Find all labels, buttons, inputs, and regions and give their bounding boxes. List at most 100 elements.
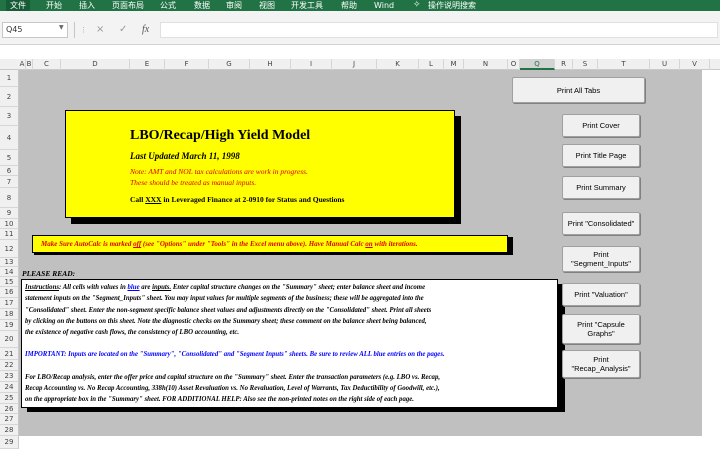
print-capsule-graphs-button[interactable]: Print "Capsule Graphs"	[562, 314, 640, 344]
row-header-23[interactable]: 23	[0, 371, 19, 382]
column-header-t[interactable]: T	[598, 59, 650, 70]
row-header-11[interactable]: 11	[0, 229, 19, 240]
row-header-29[interactable]: 29	[0, 436, 19, 449]
print-recap-analysis-button[interactable]: Print "Recap_Analysis"	[562, 350, 640, 378]
row-header-24[interactable]: 24	[0, 382, 19, 393]
column-header-j[interactable]: J	[332, 59, 377, 70]
tab-wind[interactable]: Wind	[374, 0, 394, 11]
autocalc-text-2: (see "Options" under "Tools" in the Exce…	[141, 240, 366, 248]
column-header-i[interactable]: I	[291, 59, 332, 70]
tab-home[interactable]: 开始	[46, 0, 62, 11]
tab-review[interactable]: 审阅	[226, 0, 242, 11]
row-header-16[interactable]: 16	[0, 287, 19, 298]
instructions-line-1: Instructions: All cells with values in b…	[25, 282, 554, 293]
row-header-18[interactable]: 18	[0, 309, 19, 320]
row-header-5[interactable]: 5	[0, 150, 19, 166]
instructions-line-4: by clicking on the buttons on this sheet…	[25, 317, 427, 325]
column-header-b[interactable]: B	[26, 59, 33, 70]
column-header-v[interactable]: V	[680, 59, 710, 70]
formula-input[interactable]	[160, 22, 718, 38]
tab-developer[interactable]: 开发工具	[291, 0, 323, 11]
instructions-box: Instructions: All cells with values in b…	[21, 279, 558, 408]
row-header-2[interactable]: 2	[0, 87, 19, 107]
tab-page-layout[interactable]: 页面布局	[112, 0, 144, 11]
row-header-7[interactable]: 7	[0, 176, 19, 188]
instructions-label: Instructions	[25, 284, 60, 291]
row-header-9[interactable]: 9	[0, 208, 19, 219]
row-header-6[interactable]: 6	[0, 166, 19, 176]
column-header-o[interactable]: O	[508, 59, 520, 70]
autocalc-text-1: Make Sure AutoCalc is marked	[41, 240, 134, 248]
instructions-text: are	[139, 284, 153, 291]
row-header-17[interactable]: 17	[0, 298, 19, 309]
row-header-21[interactable]: 21	[0, 348, 19, 360]
model-title: LBO/Recap/High Yield Model	[130, 128, 311, 143]
tab-formulas[interactable]: 公式	[160, 0, 176, 11]
row-header-15[interactable]: 15	[0, 277, 19, 287]
ribbon-bar: 文件 开始 插入 页面布局 公式 数据 审阅 视图 开发工具 帮助 Wind ✧…	[0, 0, 720, 11]
print-all-tabs-button[interactable]: Print All Tabs	[512, 77, 645, 103]
row-header-1[interactable]: 1	[0, 70, 19, 87]
instructions-line-7: Recap Accounting vs. No Recap Accounting…	[25, 385, 440, 393]
print-consolidated-button[interactable]: Print "Consolidated"	[562, 212, 640, 235]
print-segment-inputs-button[interactable]: Print "Segment_Inputs"	[562, 246, 640, 272]
row-header-8[interactable]: 8	[0, 188, 19, 208]
column-header-l[interactable]: L	[419, 59, 444, 70]
column-header-h[interactable]: H	[250, 59, 291, 70]
chevron-down-icon[interactable]: ▼	[59, 24, 64, 31]
more-options-icon[interactable]: ⋮	[80, 22, 87, 38]
column-header-f[interactable]: F	[165, 59, 209, 70]
row-header-4[interactable]: 4	[0, 126, 19, 150]
instructions-line-2: statement inputs on the "Segment_Inputs"…	[25, 295, 424, 303]
row-header-28[interactable]: 28	[0, 425, 19, 436]
tab-file[interactable]: 文件	[6, 0, 30, 11]
row-header-3[interactable]: 3	[0, 107, 19, 126]
row-header-22[interactable]: 22	[0, 360, 19, 371]
lightbulb-icon: ✧	[413, 0, 421, 10]
column-header-c[interactable]: C	[33, 59, 61, 70]
cancel-icon[interactable]: ×	[96, 22, 104, 38]
last-updated: Last Updated March 11, 1998	[130, 151, 240, 161]
autocalc-off: off	[133, 240, 142, 248]
column-header-n[interactable]: N	[464, 59, 508, 70]
tab-view[interactable]: 视图	[259, 0, 275, 11]
unused-columns-area	[702, 70, 720, 449]
column-header-e[interactable]: E	[130, 59, 165, 70]
instructions-line-3: "Consolidated" sheet. Enter the non-segm…	[25, 306, 432, 314]
print-title-page-button[interactable]: Print Title Page	[562, 144, 640, 167]
column-header-k[interactable]: K	[377, 59, 419, 70]
column-header-m[interactable]: M	[444, 59, 464, 70]
column-header-s[interactable]: S	[573, 59, 598, 70]
unused-rows-area	[19, 436, 702, 449]
column-header-a[interactable]: A	[19, 59, 26, 70]
print-valuation-button[interactable]: Print "Valuation"	[562, 283, 640, 306]
column-header-u[interactable]: U	[650, 59, 680, 70]
row-header-25[interactable]: 25	[0, 393, 19, 404]
row-header-27[interactable]: 27	[0, 414, 19, 425]
tell-me-search[interactable]: 操作说明搜索	[428, 0, 476, 11]
row-header-14[interactable]: 14	[0, 267, 19, 277]
row-header-26[interactable]: 26	[0, 404, 19, 414]
column-header-d[interactable]: D	[61, 59, 130, 70]
tab-data[interactable]: 数据	[194, 0, 210, 11]
row-header-12[interactable]: 12	[0, 240, 19, 258]
function-icon[interactable]: fx	[142, 22, 149, 38]
autocalc-on: on	[365, 240, 373, 248]
row-header-10[interactable]: 10	[0, 219, 19, 229]
enter-icon[interactable]: ✓	[119, 22, 127, 38]
print-cover-button[interactable]: Print Cover	[562, 114, 640, 137]
tab-help[interactable]: 帮助	[341, 0, 357, 11]
instructions-line-6: For LBO/Recap analysis, enter the offer …	[25, 373, 441, 381]
print-summary-button[interactable]: Print Summary	[562, 176, 640, 199]
tab-insert[interactable]: 插入	[79, 0, 95, 11]
row-header-13[interactable]: 13	[0, 258, 19, 267]
column-header-g[interactable]: G	[209, 59, 250, 70]
row-header-19[interactable]: 19	[0, 320, 19, 331]
important-note: IMPORTANT: Inputs are located on the "Su…	[25, 351, 445, 359]
row-header-20[interactable]: 20	[0, 331, 19, 348]
column-header-q[interactable]: Q	[520, 59, 555, 70]
autocalc-text-3: with iterations.	[372, 240, 418, 248]
column-header-r[interactable]: R	[555, 59, 573, 70]
inputs-word: inputs.	[152, 284, 172, 291]
